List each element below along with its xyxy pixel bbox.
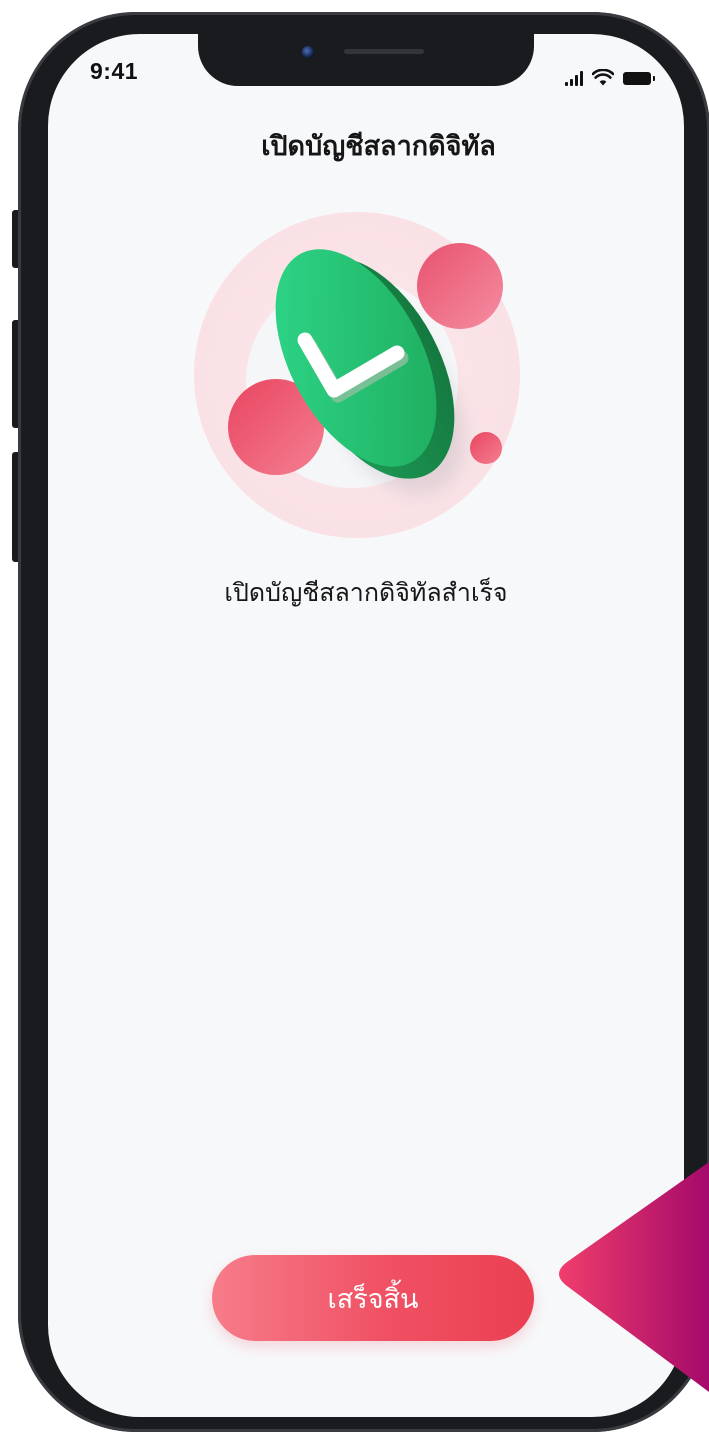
status-icons <box>565 60 655 86</box>
finish-button[interactable]: เสร็จสิ้น <box>212 1255 534 1341</box>
success-message: เปิดบัญชีสลากดิจิทัลสำเร็จ <box>224 578 508 607</box>
wifi-icon <box>592 69 614 86</box>
battery-icon <box>623 72 655 85</box>
earpiece-speaker <box>344 49 424 54</box>
pointer-arrow-icon <box>559 1162 709 1392</box>
front-camera <box>302 46 314 58</box>
phone-notch <box>198 34 534 86</box>
success-checkmark-icon <box>194 212 520 538</box>
page-title: เปิดบัญชีสลากดิจิทัล <box>261 131 496 162</box>
status-time: 9:41 <box>90 58 139 84</box>
cellular-signal-icon <box>565 70 583 86</box>
